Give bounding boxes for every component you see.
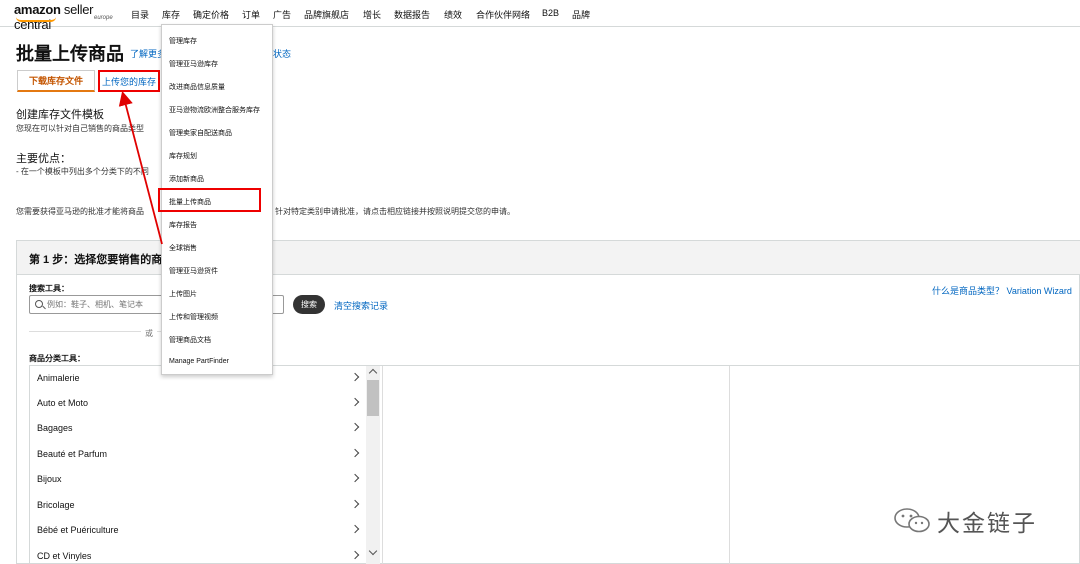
menu-item-inventory-planning[interactable]: 库存规划 [169,151,197,161]
menu-item-manage-inventory[interactable]: 管理库存 [169,36,197,46]
category-item[interactable]: Beauté et Parfum [30,442,366,467]
menu-item-upload-images[interactable]: 上传图片 [169,289,197,299]
logo-region: europe [94,15,113,21]
category-item[interactable]: Bébé et Puériculture [30,518,366,543]
category-item[interactable]: CD et Vinyles [30,544,366,564]
nav-item-advertising[interactable]: 广告 [273,8,291,21]
page-title: 批量上传商品 [16,44,124,64]
nav-item-orders[interactable]: 订单 [242,8,260,21]
category-item[interactable]: Bijoux [30,467,366,492]
category-item[interactable]: Bricolage [30,493,366,518]
menu-item-manage-fba-inventory[interactable]: 管理亚马逊库存 [169,59,218,69]
scroll-thumb[interactable] [367,380,379,416]
approval-note-left: 您需要获得亚马逊的批准才能将商品 [16,207,144,216]
template-text: 您现在可以针对自己销售的商品类型 [16,124,144,133]
seller-central-logo[interactable]: amazon seller central europe [14,2,126,32]
chevron-right-icon [350,422,360,432]
advantages-heading: 主要优点： [16,153,71,165]
menu-item-manage-shipments[interactable]: 管理亚马逊货件 [169,266,218,276]
category-tool-label: 商品分类工具： [29,354,85,363]
or-text: 或 [141,328,157,339]
scroll-down-icon[interactable] [368,546,378,556]
advantages-text: - 在一个模板中列出多个分类下的不同 [16,167,149,176]
menu-item-manage-fbm[interactable]: 管理卖家自配送商品 [169,128,232,138]
chevron-right-icon [350,448,360,458]
chevron-right-icon [350,524,360,534]
tab-upload-inventory[interactable]: 上传您的库存 [98,70,160,92]
category-item[interactable]: Bagages [30,416,366,441]
clear-search-history-link[interactable]: 清空搜索记录 [334,299,388,312]
bulk-upload-highlight-box [158,188,261,212]
scroll-up-icon[interactable] [368,368,378,378]
step1-heading: 第 1 步：选择您要销售的商 [29,254,163,266]
template-heading: 创建库存文件模板 [16,109,104,121]
category-column-1: Animalerie Auto et Moto Bagages Beauté e… [30,366,367,564]
menu-item-pan-eu-inventory[interactable]: 亚马逊物流欧洲整合服务库存 [169,105,260,115]
menu-item-manage-partfinder[interactable]: Manage PartFinder [169,358,229,365]
search-button[interactable]: 搜索 [293,295,325,314]
menu-item-manage-documents[interactable]: 管理商品文档 [169,335,211,345]
approval-note-right: 针对特定类别申请批准，请点击相应链接并按照说明提交您的申请。 [275,207,515,216]
nav-item-partner-network[interactable]: 合作伙伴网络 [476,8,530,21]
search-icon [35,300,43,308]
category-item[interactable]: Auto et Moto [30,391,366,416]
product-type-help-link[interactable]: 什么是商品类型？ Variation Wizard [932,284,1072,297]
category-column-2 [382,366,730,564]
chevron-right-icon [350,550,360,560]
nav-item-growth[interactable]: 增长 [363,8,381,21]
chevron-right-icon [350,499,360,509]
menu-item-upload-videos[interactable]: 上传和管理视频 [169,312,218,322]
menu-item-sell-globally[interactable]: 全球销售 [169,243,197,253]
nav-item-pricing[interactable]: 确定价格 [193,8,229,21]
watermark-text: 大金链子 [937,510,1037,536]
category-browser: Animalerie Auto et Moto Bagages Beauté e… [29,365,1080,564]
nav-item-catalog[interactable]: 目录 [131,8,149,21]
nav-item-brands[interactable]: 品牌 [572,8,590,21]
wechat-icon [894,508,930,533]
menu-item-inventory-reports[interactable]: 库存报告 [169,220,197,230]
nav-item-stores[interactable]: 品牌旗舰店 [304,8,349,21]
nav-item-reports[interactable]: 数据报告 [394,8,430,21]
wechat-watermark: 大金链子 [893,502,1053,536]
chevron-right-icon [350,397,360,407]
chevron-right-icon [350,473,360,483]
upload-status-link[interactable]: 状态 [273,47,291,60]
amazon-smile-icon [16,17,56,22]
nav-item-inventory[interactable]: 库存 [162,8,180,21]
menu-item-improve-listing-quality[interactable]: 改进商品信息质量 [169,82,225,92]
nav-item-b2b[interactable]: B2B [542,8,559,18]
category-scrollbar[interactable] [366,366,380,564]
top-nav-bar: amazon seller central europe 目录 库存 确定价格 … [0,0,1080,32]
menu-item-add-product[interactable]: 添加新商品 [169,174,204,184]
chevron-right-icon [350,372,360,382]
tab-download-inventory-file[interactable]: 下载库存文件 [17,70,95,92]
nav-item-performance[interactable]: 绩效 [444,8,462,21]
search-tool-label: 搜索工具： [29,284,69,293]
